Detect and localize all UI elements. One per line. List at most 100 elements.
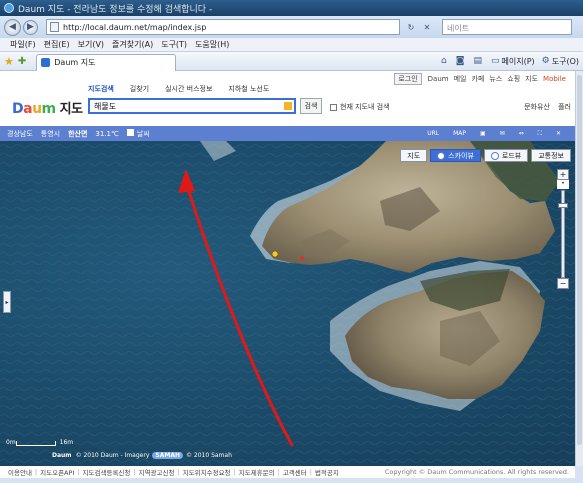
daum-favicon-icon — [41, 58, 51, 67]
zoom-in-button[interactable]: + — [557, 169, 569, 180]
measure-icon[interactable]: ⇔ — [519, 130, 524, 137]
page-content: 로그인 Daum 메일 카페 뉴스 쇼핑 지도 Mobile Daum 지도 지도… — [0, 71, 575, 466]
menu-bar: 파일(F) 편집(E) 보기(V) 즐겨찾기(A) 도구(T) 도움말(H) — [0, 38, 583, 52]
menu-favorites[interactable]: 즐겨찾기(A) — [112, 39, 153, 50]
search-dropdown-icon[interactable] — [284, 102, 292, 110]
map-type-map[interactable]: 지도 — [400, 149, 428, 162]
footer-copyright: Copyright © Daum Communications. All rig… — [384, 468, 569, 476]
map-search-input[interactable]: 해물도 — [88, 98, 296, 114]
current-map-search-label: 현재 지도내 검색 — [340, 103, 390, 111]
favorites-star-icon[interactable]: ★ — [4, 55, 14, 68]
address-bar: ◀ ▶ http://local.daum.net/map/index.jsp … — [0, 16, 583, 38]
region-city[interactable]: 통영시 — [41, 129, 60, 139]
weather-label: 날씨 — [136, 129, 150, 138]
print-map-icon[interactable]: ▣ — [480, 130, 486, 137]
daum-mini-logo: Daum — [52, 452, 72, 459]
map-type-traffic[interactable]: 교통정보 — [531, 149, 571, 162]
login-button[interactable]: 로그인 — [394, 73, 422, 85]
window-titlebar: Daum 지도 - 전라남도 정보를 수정해 검색합니다 - — [0, 0, 583, 16]
tab-subway-map[interactable]: 지하철 노선도 — [228, 84, 269, 94]
page-icon — [50, 22, 59, 32]
page-menu-label: 페이지(P) — [501, 56, 535, 66]
forward-button[interactable]: ▶ — [23, 19, 38, 35]
stop-icon[interactable]: ✕ — [420, 20, 434, 34]
footer-link-ads[interactable]: 지역광고신청 — [139, 467, 175, 477]
map-type-skyview[interactable]: 스카이뷰 — [430, 149, 481, 162]
link-news[interactable]: 뉴스 — [489, 74, 502, 84]
footer-link-guide[interactable]: 이용안내 — [8, 467, 32, 477]
zoom-slider[interactable] — [558, 190, 568, 278]
refresh-icon[interactable]: ↻ — [404, 20, 418, 34]
vertical-scrollbar[interactable] — [575, 71, 583, 466]
tab-bus-info[interactable]: 실시간 버스정보 — [165, 84, 212, 94]
link-heritage[interactable]: 문화유산 — [524, 103, 550, 111]
fullscreen-icon[interactable]: ⛶ — [538, 130, 542, 138]
samah-badge: SAMAH — [152, 452, 183, 459]
zoom-out-button[interactable]: − — [557, 278, 569, 289]
region-district[interactable]: 한산면 — [68, 129, 87, 139]
current-map-search-checkbox[interactable]: 현재 지도내 검색 — [330, 102, 390, 112]
scale-bar: 0m 16m — [6, 439, 73, 446]
link-mail[interactable]: 메일 — [454, 74, 467, 84]
close-panel-icon[interactable]: ✕ — [556, 130, 561, 137]
tab-directions[interactable]: 길찾기 — [130, 84, 149, 94]
link-shopping[interactable]: 쇼핑 — [507, 74, 520, 84]
home-icon: ⌂ — [441, 56, 447, 66]
region-province[interactable]: 경상남도 — [7, 129, 33, 139]
menu-help[interactable]: 도움말(H) — [195, 39, 229, 50]
footer-link-legal[interactable]: 법적공지 — [315, 467, 339, 477]
right-links: 문화유산 플러 — [518, 102, 571, 112]
side-panel-toggle[interactable]: ▸ — [3, 291, 11, 313]
skyview-dot-icon — [437, 151, 446, 160]
gear-icon: ⚙ — [541, 56, 550, 66]
page-menu[interactable]: ▭ 페이지(P) — [491, 56, 535, 67]
checkbox-box[interactable] — [330, 103, 337, 111]
link-map[interactable]: 지도 — [525, 74, 538, 84]
footer-links: 이용안내 | 지도오픈API | 지도검색등록신청 | 지역광고신청 | 지도위치수정요… — [0, 466, 575, 478]
add-favorite-icon[interactable]: ✚ — [18, 56, 26, 67]
menu-tools[interactable]: 도구(T) — [161, 39, 187, 50]
map-copy-button[interactable]: MAP — [453, 130, 466, 137]
map-copyright: Daum © 2010 Daum - Imagery SAMAH © 2010 … — [52, 452, 232, 459]
map-search-button[interactable]: 검색 — [300, 98, 322, 114]
map-type-roadview[interactable]: 로드뷰 — [483, 149, 529, 162]
tab-daum-map[interactable]: Daum 지도 — [36, 53, 177, 71]
weather-checkbox[interactable] — [126, 128, 134, 136]
footer-link-location-fix[interactable]: 지도위치수정요청 — [183, 467, 231, 477]
footer-link-open-api[interactable]: 지도오픈API — [40, 467, 74, 477]
tab-map-search[interactable]: 지도검색 — [88, 84, 114, 94]
page-icon: ▭ — [490, 56, 500, 66]
footer-link-register[interactable]: 지도검색등록신청 — [83, 467, 131, 477]
footer-link-partnership[interactable]: 지도제휴문의 — [239, 467, 275, 477]
map-type-skyview-label: 스카이뷰 — [448, 151, 474, 160]
back-button[interactable]: ◀ — [4, 18, 21, 36]
weather-link[interactable]: 날씨 — [126, 128, 158, 139]
feeds-button[interactable]: ◙ — [456, 56, 467, 66]
url-field[interactable]: http://local.daum.net/map/index.jsp — [46, 19, 400, 35]
map-imagery — [0, 141, 575, 466]
zoom-slider-thumb[interactable] — [558, 203, 568, 208]
tools-menu[interactable]: ⚙ 도구(O) — [542, 56, 579, 67]
satellite-map[interactable]: 지도 스카이뷰 로드뷰 교통정보 + • − ▸ 0m 16m Daum © 2… — [0, 141, 575, 466]
link-cafe[interactable]: 카페 — [471, 74, 484, 84]
home-button[interactable]: ⌂ — [441, 56, 449, 66]
daum-header: 로그인 Daum 메일 카페 뉴스 쇼핑 지도 Mobile Daum 지도 지도… — [0, 71, 575, 126]
daum-logo[interactable]: Daum 지도 — [12, 98, 83, 117]
browser-search-input[interactable]: 네이트 — [442, 19, 572, 35]
scrollbar-thumb[interactable] — [577, 75, 582, 445]
link-daum[interactable]: Daum — [428, 75, 449, 83]
menu-view[interactable]: 보기(V) — [78, 39, 104, 50]
url-copy-button[interactable]: URL — [427, 130, 439, 137]
map-search-value: 해물도 — [94, 102, 117, 111]
map-type-roadview-label: 로드뷰 — [501, 151, 522, 160]
service-tabs: 지도검색 길찾기 실시간 버스정보 지하철 노선도 — [88, 84, 285, 94]
map-type-buttons: 지도 스카이뷰 로드뷰 교통정보 — [397, 149, 571, 162]
mail-icon[interactable]: ✉ — [500, 130, 505, 137]
menu-file[interactable]: 파일(F) — [10, 39, 36, 50]
link-more[interactable]: 플러 — [558, 103, 571, 111]
print-button[interactable]: ▤ — [473, 56, 484, 66]
footer-link-support[interactable]: 고객센터 — [283, 467, 307, 477]
status-bar — [0, 478, 583, 483]
menu-edit[interactable]: 편집(E) — [44, 39, 70, 50]
link-mobile[interactable]: Mobile — [543, 75, 566, 83]
